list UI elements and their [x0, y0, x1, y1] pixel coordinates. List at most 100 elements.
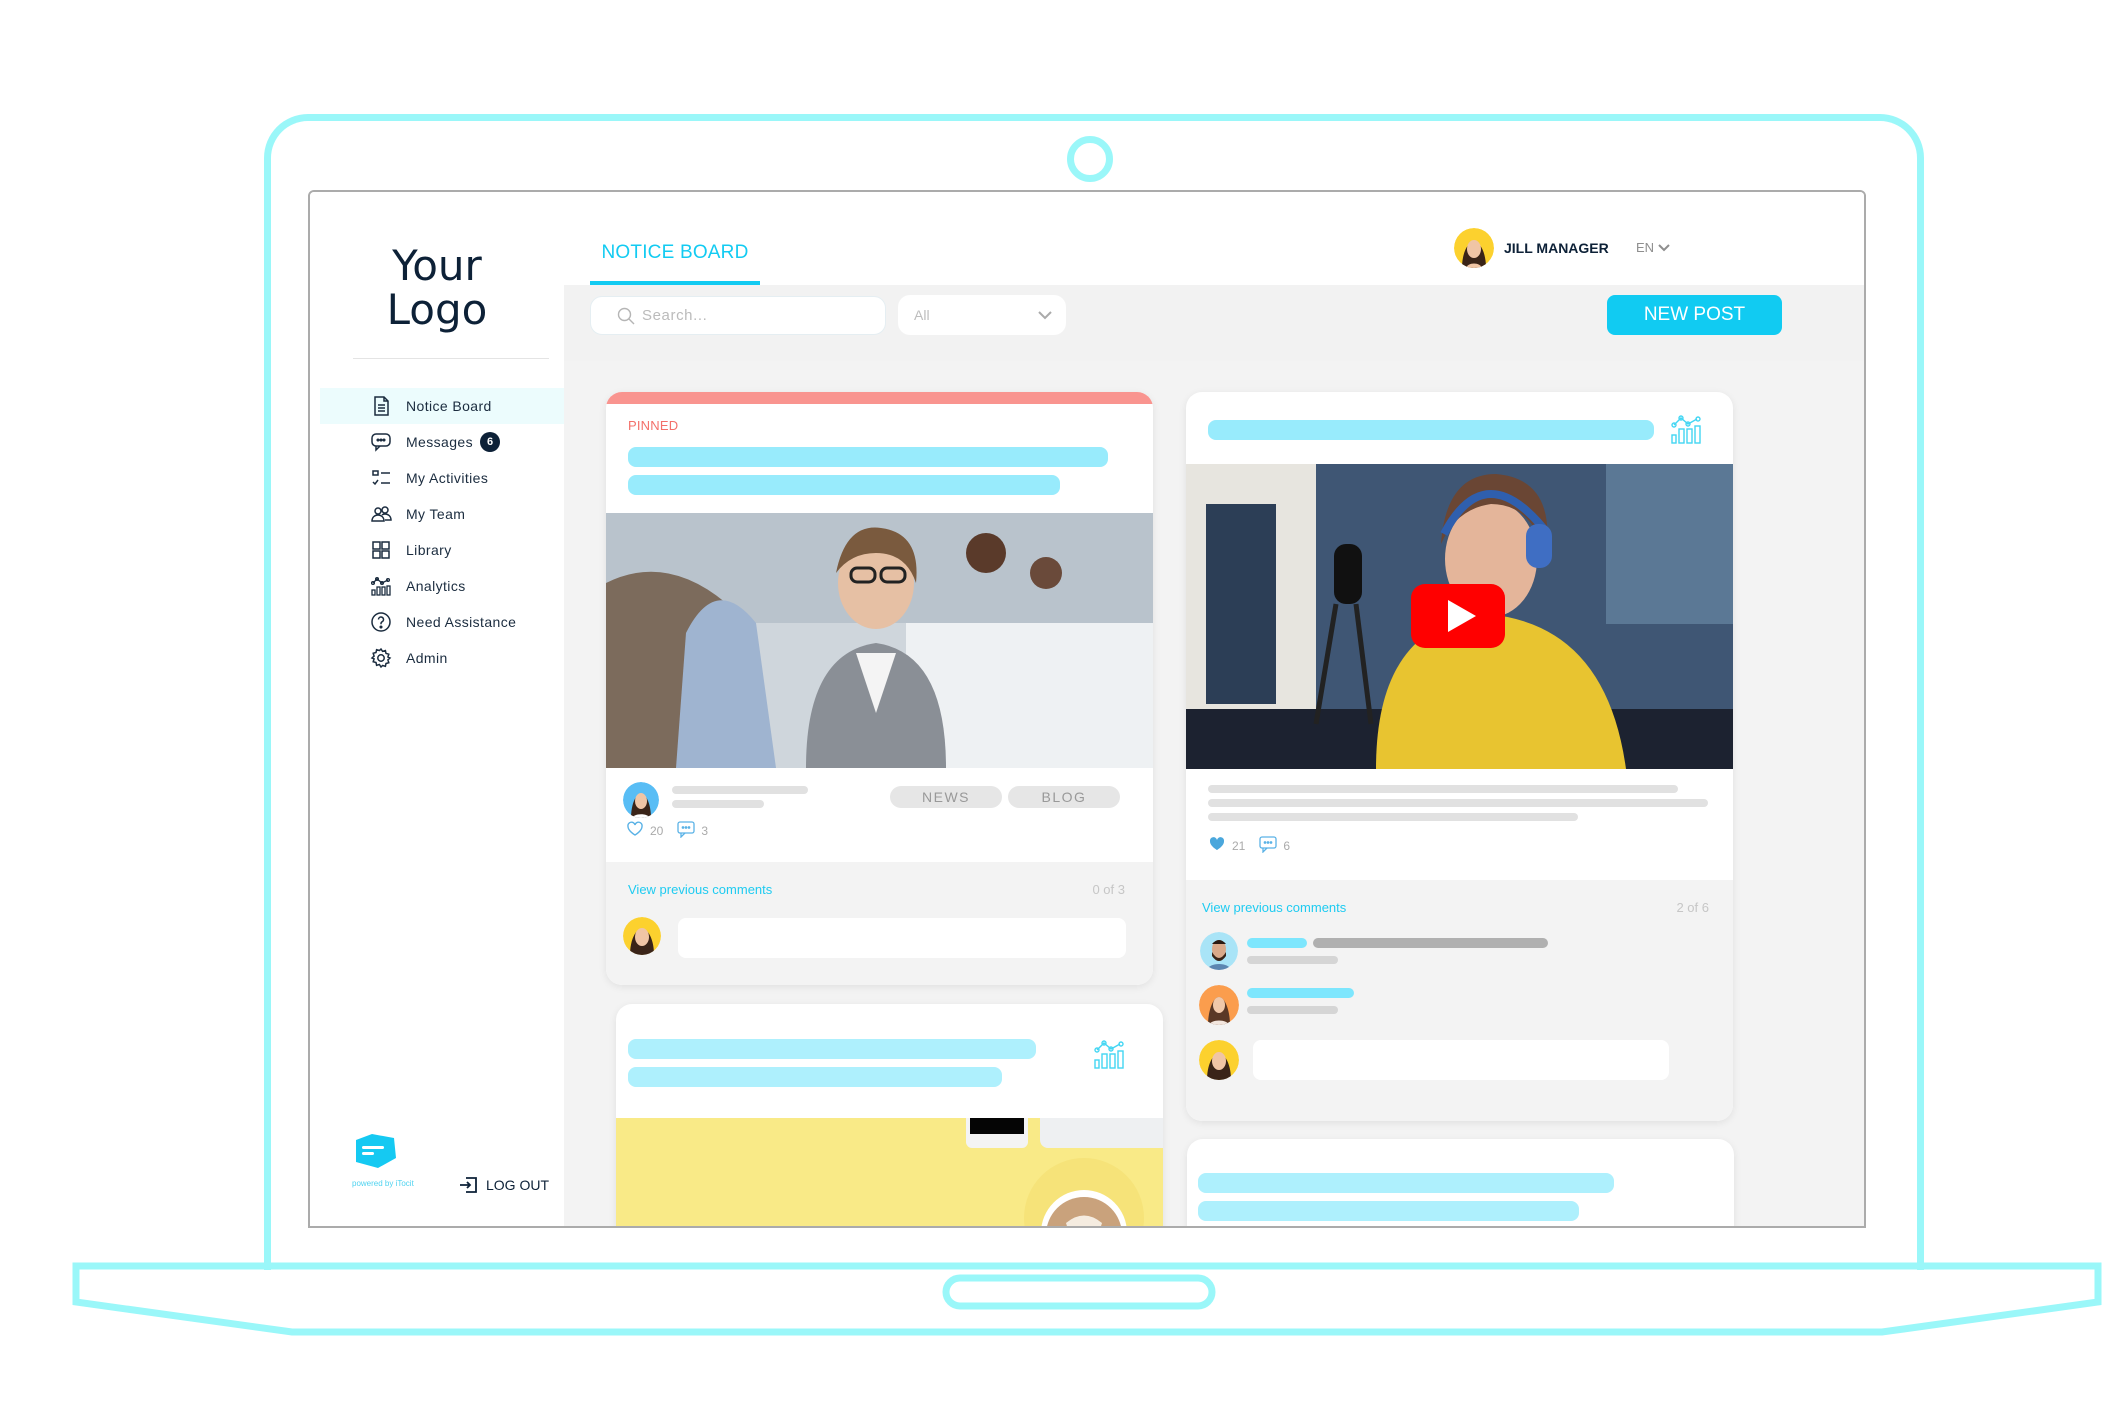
podcast-video-thumbnail[interactable] — [1186, 464, 1733, 769]
commenter-name-placeholder — [1247, 988, 1354, 998]
sidebar-item-label: My Team — [406, 506, 466, 522]
itocit-logo-icon — [356, 1134, 396, 1168]
sidebar-item-library[interactable]: Library — [320, 532, 564, 568]
sidebar-item-my-team[interactable]: My Team — [320, 496, 564, 532]
comment-icon[interactable] — [1259, 835, 1278, 853]
app-screen: Your Logo Notice Board Messages 6 My Act… — [308, 190, 1866, 1228]
sidebar-item-admin[interactable]: Admin — [320, 640, 564, 676]
like-count: 20 — [650, 824, 664, 838]
comments-section: View previous comments 0 of 3 — [606, 862, 1153, 985]
sidebar-item-label: Messages — [406, 434, 474, 450]
office-meeting-photo[interactable] — [606, 513, 1153, 768]
like-count: 21 — [1232, 839, 1246, 853]
logout-button[interactable]: LOG OUT — [458, 1174, 549, 1196]
analytics-icon[interactable] — [1093, 1037, 1129, 1071]
language-selector[interactable]: EN — [1636, 240, 1670, 255]
divider — [353, 358, 549, 359]
filter-selected-value: All — [914, 307, 930, 323]
language-label: EN — [1636, 240, 1655, 255]
sidebar-item-notice-board[interactable]: Notice Board — [320, 388, 564, 424]
post-card[interactable] — [1187, 1139, 1734, 1226]
current-user-avatar — [623, 917, 661, 955]
powered-by-text: powered by iTocit — [352, 1179, 414, 1188]
comment-icon[interactable] — [677, 820, 696, 838]
view-previous-comments-link[interactable]: View previous comments — [628, 882, 772, 897]
pinned-strip — [606, 392, 1153, 404]
messages-count-badge: 6 — [480, 432, 501, 452]
post-card-pinned[interactable]: PINNED NEWS BLOG 20 3 View previous comm… — [606, 392, 1153, 985]
chevron-down-icon — [1038, 310, 1052, 319]
commenter-avatar[interactable] — [1200, 932, 1238, 970]
post-text-placeholder — [1208, 813, 1578, 821]
coffee-desk-photo[interactable] — [616, 1118, 1163, 1226]
logout-icon — [460, 1177, 477, 1193]
search-field[interactable] — [590, 296, 886, 335]
top-bar: NOTICE BOARD JILL MANAGER EN — [564, 192, 1864, 286]
commenter-name-placeholder — [1247, 938, 1307, 948]
post-title-placeholder — [628, 1067, 1002, 1087]
user-avatar — [1454, 228, 1494, 268]
checklist-icon — [370, 467, 392, 489]
company-logo[interactable]: Your Logo — [310, 244, 564, 332]
tag-news[interactable]: NEWS — [890, 786, 1002, 808]
toolbar: All NEW POST — [564, 285, 1864, 361]
comment-text-placeholder — [1313, 938, 1548, 948]
comment-count: 3 — [701, 824, 709, 838]
commenter-avatar[interactable] — [1199, 985, 1239, 1025]
sidebar-item-analytics[interactable]: Analytics — [320, 568, 564, 604]
sidebar-item-label: Notice Board — [406, 398, 492, 414]
laptop-base-outline — [72, 1262, 2102, 1336]
post-title-placeholder — [628, 1039, 1036, 1059]
comment-input[interactable] — [1253, 1040, 1669, 1080]
sidebar-item-label: Analytics — [406, 578, 466, 594]
help-circle-icon — [370, 611, 392, 633]
comment-count: 6 — [1283, 839, 1291, 853]
comment-input[interactable] — [678, 918, 1126, 958]
post-text-placeholder — [1208, 785, 1678, 793]
sidebar-item-label: My Activities — [406, 470, 489, 486]
search-icon — [617, 307, 635, 324]
user-name: JILL MANAGER — [1504, 240, 1609, 256]
post-card-video[interactable]: 21 6 View previous comments 2 of 6 — [1186, 392, 1733, 1121]
view-previous-comments-link[interactable]: View previous comments — [1202, 900, 1346, 915]
analytics-icon[interactable] — [1670, 412, 1706, 446]
heart-filled-icon[interactable] — [1208, 835, 1226, 853]
powered-by-badge: powered by iTocit — [352, 1132, 414, 1188]
comments-section: View previous comments 2 of 6 — [1186, 880, 1733, 1121]
heart-outline-icon[interactable] — [626, 820, 644, 838]
author-name-placeholder — [672, 786, 808, 794]
chat-bubble-icon — [370, 431, 392, 453]
post-title-placeholder — [628, 475, 1060, 495]
author-avatar[interactable] — [623, 782, 659, 818]
sidebar-item-label: Admin — [406, 650, 448, 666]
comment-date-placeholder — [1247, 956, 1338, 964]
grid-icon — [370, 539, 392, 561]
post-text-placeholder — [1208, 799, 1708, 807]
post-card[interactable] — [616, 1004, 1163, 1226]
team-icon — [370, 503, 392, 525]
search-input[interactable] — [642, 307, 862, 324]
pinned-label: PINNED — [628, 418, 679, 433]
sidebar-item-need-assistance[interactable]: Need Assistance — [320, 604, 564, 640]
post-title-placeholder — [1198, 1201, 1579, 1221]
document-icon — [370, 395, 392, 417]
chevron-down-icon — [1658, 243, 1670, 251]
user-menu[interactable]: JILL MANAGER — [1454, 228, 1609, 268]
new-post-button[interactable]: NEW POST — [1607, 295, 1782, 335]
post-stats: 21 6 — [1208, 835, 1304, 853]
comment-date-placeholder — [1247, 1006, 1338, 1014]
tag-blog[interactable]: BLOG — [1008, 786, 1120, 808]
post-title-placeholder — [1208, 420, 1654, 440]
post-stats: 20 3 — [626, 820, 722, 838]
post-title-placeholder — [628, 447, 1108, 467]
sidebar: Your Logo Notice Board Messages 6 My Act… — [310, 192, 564, 1226]
sidebar-item-messages[interactable]: Messages 6 — [320, 424, 564, 460]
laptop-camera — [1067, 136, 1113, 182]
filter-dropdown[interactable]: All — [898, 295, 1066, 335]
current-user-avatar — [1199, 1040, 1239, 1080]
tab-notice-board[interactable]: NOTICE BOARD — [590, 242, 760, 286]
sidebar-item-label: Library — [406, 542, 452, 558]
sidebar-nav: Notice Board Messages 6 My Activities My… — [320, 388, 564, 676]
sidebar-item-my-activities[interactable]: My Activities — [320, 460, 564, 496]
sidebar-item-label: Need Assistance — [406, 614, 517, 630]
